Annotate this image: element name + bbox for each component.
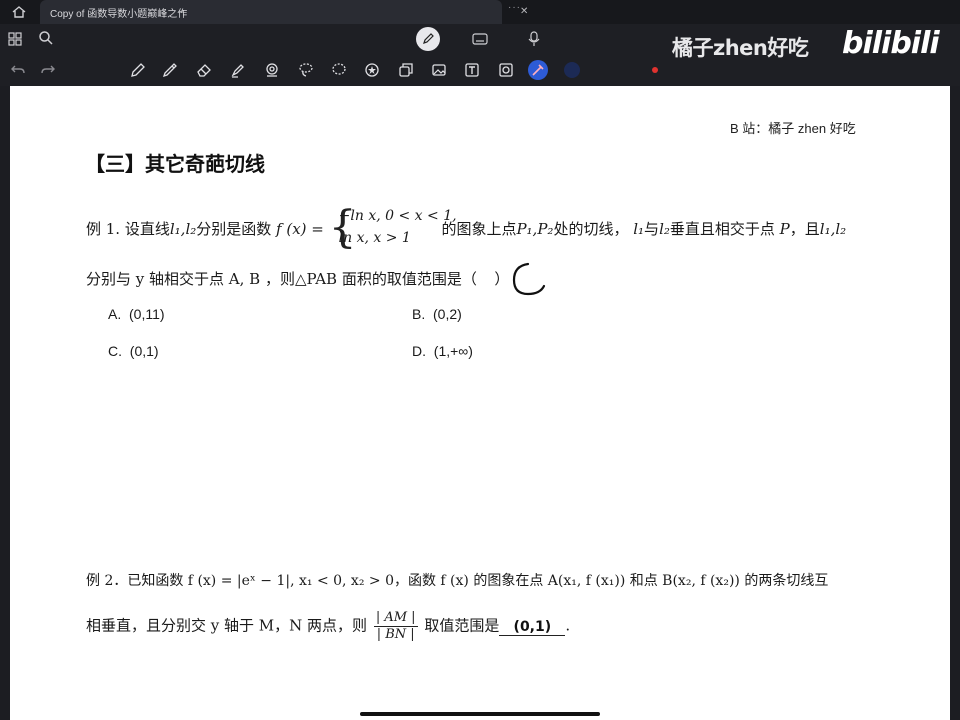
color-swatch-red[interactable] — [652, 67, 658, 73]
q1-yu: 与 — [644, 220, 660, 238]
q2-line2: 相垂直，且分别交 y 轴于 M，N 两点，则 | AM | | BN | 取值范… — [86, 610, 570, 643]
undo-icon[interactable] — [8, 60, 28, 80]
choice-a-text: (0,11) — [129, 306, 165, 322]
page-credit: B 站：橘子 zhen 好吃 — [730, 121, 856, 136]
lasso-select-icon[interactable] — [329, 60, 349, 80]
color-swatch-dark[interactable] — [564, 62, 580, 78]
copy-icon[interactable] — [396, 60, 416, 80]
q1-fx: f (x) = — [276, 220, 324, 238]
q2-line2-suffix: 取值范围是 — [424, 616, 500, 635]
q2-line2-prefix: 相垂直，且分别交 y 轴于 M，N 两点，则 — [86, 616, 368, 635]
lasso-icon[interactable] — [296, 60, 316, 80]
q1-line2: 分别与 y 轴相交于点 A, B ，则△PAB 面积的取值范围是（ ） — [86, 268, 509, 289]
q1-prefix: 例 1. 设直线 — [86, 220, 170, 238]
q1-line1: 例 1. 设直线l₁,l₂分别是函数 f (x) = { −ln x, 0 < … — [86, 204, 847, 252]
eraser-icon[interactable] — [194, 60, 214, 80]
fraction-numerator: | AM | — [373, 610, 418, 627]
q1-l1l2: l₁,l₂ — [819, 220, 847, 238]
pencil-icon[interactable] — [160, 60, 180, 80]
choice-c-text: (0,1) — [129, 343, 159, 359]
microphone-icon — [528, 31, 540, 46]
ratio-fraction: | AM | | BN | — [373, 610, 418, 643]
q1-end: 垂直且相交于点 — [669, 220, 775, 238]
keyboard-icon — [472, 33, 488, 45]
document-page[interactable]: B 站：橘子 zhen 好吃 【三】其它奇葩切线 例 1. 设直线l₁,l₂分别… — [10, 86, 950, 720]
redo-icon[interactable] — [38, 60, 58, 80]
sticker-icon[interactable] — [362, 60, 382, 80]
q1-points: P₁,P₂ — [516, 220, 554, 238]
highlighter-icon[interactable] — [228, 60, 248, 80]
handwritten-answer: (0,1) — [513, 618, 552, 635]
q1-l2: l₂ — [659, 220, 670, 238]
q1-line2-text: 分别与 y 轴相交于点 A, B ，则△PAB 面积的取值范围是（ — [86, 270, 477, 288]
close-icon[interactable]: ✕ — [520, 6, 528, 17]
choice-b-text: (0,2) — [433, 306, 462, 322]
answer-blank[interactable]: (0,1) — [499, 617, 566, 636]
handwritten-answer-mark — [512, 262, 546, 296]
camera-icon[interactable] — [496, 60, 516, 80]
choice-c[interactable]: C. (0,1) — [108, 343, 159, 359]
q1-lines: l₁,l₂ — [169, 220, 197, 238]
notes-app: Copy of 函数导数小题巅峰之作 ⌄ ··· ✕ 橘子zhen好吃 bili… — [0, 0, 960, 720]
handwriting-mode-button[interactable] — [416, 27, 440, 51]
q2-end: . — [565, 616, 571, 635]
bilibili-logo: bilibili — [842, 26, 940, 61]
choice-d-letter: D. — [412, 343, 426, 359]
keyboard-mode-button[interactable] — [468, 27, 492, 51]
choice-b[interactable]: B. (0,2) — [412, 306, 462, 322]
section-title: 【三】其它奇葩切线 — [85, 152, 265, 176]
piece-1: −ln x, 0 < x < 1, — [338, 208, 457, 224]
piecewise-function: { −ln x, 0 < x < 1, ln x, x > 1 — [329, 204, 457, 252]
q1-tail: 处的切线， — [553, 220, 629, 238]
pen-icon[interactable] — [128, 60, 148, 80]
shape-icon[interactable] — [262, 60, 282, 80]
choice-d[interactable]: D. (1,+∞) — [412, 343, 473, 359]
q1-comma-and: ，且 — [789, 220, 820, 238]
laser-icon[interactable] — [528, 60, 548, 80]
home-indicator[interactable] — [360, 712, 600, 716]
q2-line1: 例 2．已知函数 f (x) = |eˣ − 1|, x₁ < 0, x₂ > … — [86, 573, 829, 589]
q1-point-p: P — [779, 220, 790, 238]
piece-2: ln x, x > 1 — [338, 230, 411, 246]
tab-title: Copy of 函数导数小题巅峰之作 — [50, 9, 188, 20]
top-nav-bar — [0, 24, 960, 54]
choice-a[interactable]: A. (0,11) — [108, 306, 165, 322]
q1-l1: l₁ — [633, 220, 645, 238]
fraction-denominator: | BN | — [376, 627, 415, 642]
q1-mid: 分别是函数 — [196, 220, 272, 238]
choice-c-letter: C. — [108, 343, 122, 359]
document-tab[interactable]: Copy of 函数导数小题巅峰之作 ⌄ ··· ✕ — [40, 0, 528, 24]
search-icon[interactable] — [38, 30, 54, 46]
image-icon[interactable] — [429, 60, 449, 80]
chevron-down-icon[interactable]: ⌄ — [178, 5, 186, 16]
grid-view-icon[interactable] — [8, 32, 22, 46]
choice-a-letter: A. — [108, 306, 122, 322]
drawing-toolbar — [0, 54, 960, 86]
tab-bar: Copy of 函数导数小题巅峰之作 ⌄ ··· ✕ — [0, 0, 960, 24]
pen-mode-icon — [423, 33, 434, 44]
home-icon[interactable] — [10, 4, 28, 20]
text-icon[interactable] — [462, 60, 482, 80]
microphone-button[interactable] — [522, 27, 546, 51]
choice-d-text: (1,+∞) — [433, 343, 473, 359]
choice-b-letter: B. — [412, 306, 426, 322]
channel-watermark: 橘子zhen好吃 — [672, 36, 809, 60]
